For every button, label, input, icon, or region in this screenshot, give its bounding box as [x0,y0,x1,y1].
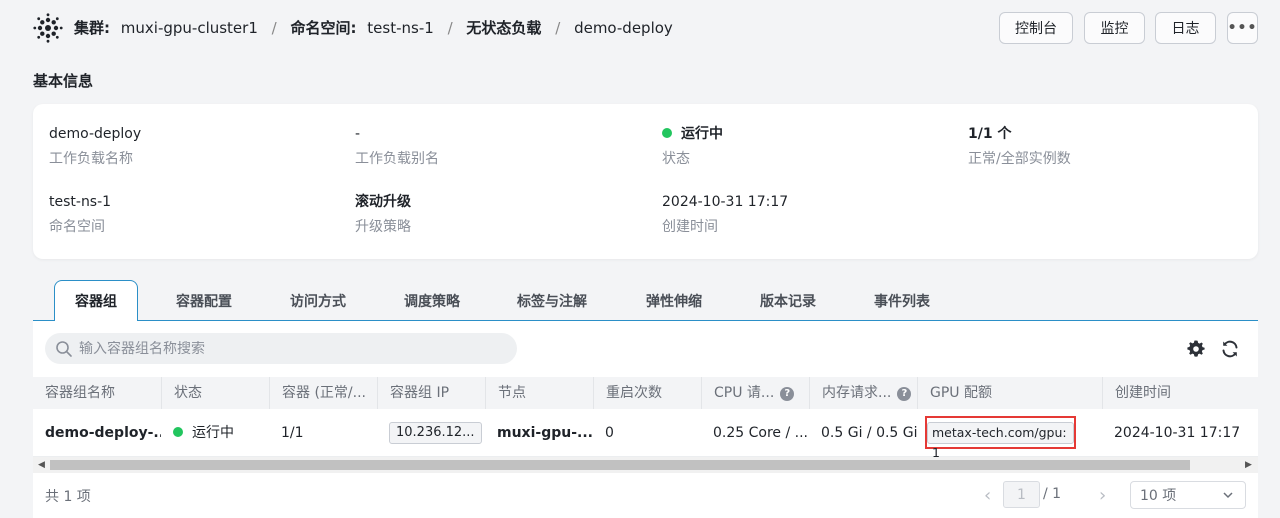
breadcrumb-workload-type[interactable]: 无状态负载 [466,19,541,37]
breadcrumb-workload-name: demo-deploy [574,19,673,37]
field-replicas: 1/1 个 正常/全部实例数 [968,124,1071,169]
settings-gear-icon[interactable] [1186,339,1206,359]
table-header: 容器组名称 状态 容器 (正常/... 容器组 IP 节点 重启次数 CPU 请… [33,377,1258,409]
column-header[interactable]: 状态 [161,377,269,409]
pod-status: 运行中 [192,425,234,441]
field-created-time: 2024-10-31 17:17 创建时间 [662,192,788,237]
field-label: 命名空间 [49,219,105,235]
cluster-logo-icon [33,13,63,43]
column-header-cpu[interactable]: CPU 请...? [701,377,809,409]
tab-events[interactable]: 事件列表 [854,280,950,321]
pods-panel: 容器组名称 状态 容器 (正常/... 容器组 IP 节点 重启次数 CPU 请… [33,321,1258,518]
pod-ip-tag: 10.236.12... [389,422,482,444]
page-total: / 1 [1043,486,1062,502]
search-icon [56,340,72,357]
field-label: 状态 [662,151,690,167]
column-header[interactable]: 容器组名称 [33,377,161,409]
pod-memory: 0.5 Gi / 0.5 Gi [821,425,917,441]
scrollbar-thumb[interactable] [50,460,1190,470]
help-icon[interactable]: ? [780,387,795,401]
column-header-label: CPU 请... [714,385,775,401]
page-size-value: 10 项 [1140,488,1177,504]
column-header[interactable]: 节点 [485,377,593,409]
field-value: test-ns-1 [49,194,112,210]
field-workload-alias: - 工作负载别名 [355,124,439,169]
field-value: 运行中 [681,126,723,142]
field-value: 2024-10-31 17:17 [662,194,789,210]
field-label: 创建时间 [662,219,718,235]
breadcrumb-separator: / [555,19,561,37]
field-label: 升级策略 [355,219,411,235]
refresh-icon[interactable] [1220,339,1240,359]
horizontal-scrollbar[interactable]: ◀ ▶ [33,457,1258,473]
column-header[interactable]: GPU 配额 [917,377,1102,409]
total-count: 共 1 项 [45,489,91,505]
tab-pods[interactable]: 容器组 [54,280,138,322]
table-row[interactable]: demo-deploy-... 运行中 1/1 10.236.12... mux… [33,409,1258,460]
status-running-dot-icon [662,128,672,138]
column-header[interactable]: 创建时间 [1102,377,1250,409]
prev-page-icon[interactable]: ‹ [984,485,991,506]
status-running-dot-icon [173,427,183,437]
pod-created: 2024-10-31 17:17 [1114,425,1241,441]
page-header: 集群: muxi-gpu-cluster1 / 命名空间: test-ns-1 … [0,0,1280,58]
breadcrumb-separator: / [271,19,277,37]
pod-status-cell: 运行中 [161,409,269,457]
breadcrumb-namespace-label: 命名空间: [290,19,357,37]
gpu-quota-highlight: metax-tech.com/gpu: 1 [925,416,1076,460]
tab-revisions[interactable]: 版本记录 [740,280,836,321]
column-header-memory[interactable]: 内存请求...? [809,377,917,409]
field-label: 工作负载名称 [49,151,133,167]
next-page-icon[interactable]: › [1099,485,1106,506]
tab-container-config[interactable]: 容器配置 [156,280,252,321]
console-button[interactable]: 控制台 [999,12,1073,44]
more-icon: ••• [1227,20,1258,36]
tab-scheduling[interactable]: 调度策略 [384,280,480,321]
search-box [45,333,517,364]
pod-cpu: 0.25 Core / ... [713,425,808,441]
field-value: 滚动升级 [355,194,411,210]
field-value: - [355,126,361,142]
field-status: 运行中 状态 [662,124,723,169]
field-namespace: test-ns-1 命名空间 [49,192,111,237]
field-upgrade-strategy: 滚动升级 升级策略 [355,192,411,237]
column-header-label: 内存请求... [822,385,892,401]
detail-tabs: 容器组 容器配置 访问方式 调度策略 标签与注解 弹性伸缩 版本记录 事件列表 [33,280,1258,322]
monitor-button[interactable]: 监控 [1084,12,1145,44]
pod-gpu-tag: metax-tech.com/gpu: 1 [927,421,1074,460]
chevron-down-icon [1223,492,1233,499]
pod-ip-cell: 10.236.12... [377,409,485,457]
breadcrumb: 集群: muxi-gpu-cluster1 / 命名空间: test-ns-1 … [74,17,673,39]
field-label: 工作负载别名 [355,151,439,167]
field-label: 正常/全部实例数 [968,151,1071,167]
pod-name-link[interactable]: demo-deploy-... [33,409,161,457]
column-header[interactable]: 重启次数 [593,377,701,409]
page-number-input[interactable] [1003,481,1040,508]
search-input[interactable] [79,340,499,357]
scroll-right-arrow-icon[interactable]: ▶ [1245,460,1252,470]
logs-button[interactable]: 日志 [1155,12,1216,44]
pod-restarts: 0 [605,425,614,441]
tab-access[interactable]: 访问方式 [270,280,366,321]
pod-node-link[interactable]: muxi-gpu-... [485,409,593,457]
field-value: 1/1 个 [968,126,1012,142]
breadcrumb-namespace[interactable]: test-ns-1 [367,19,434,37]
pod-containers: 1/1 [281,425,304,441]
tab-autoscaling[interactable]: 弹性伸缩 [626,280,722,321]
column-header[interactable]: 容器组 IP [377,377,485,409]
page-size-select[interactable]: 10 项 [1130,481,1246,509]
more-actions-button[interactable]: ••• [1227,12,1258,44]
breadcrumb-cluster[interactable]: muxi-gpu-cluster1 [121,19,258,37]
breadcrumb-separator: / [447,19,453,37]
tab-labels-annotations[interactable]: 标签与注解 [498,280,606,321]
help-icon[interactable]: ? [897,387,912,401]
field-workload-name: demo-deploy 工作负载名称 [49,124,141,169]
breadcrumb-cluster-label: 集群: [74,19,110,37]
section-title-basic-info: 基本信息 [33,72,94,90]
basic-info-card: demo-deploy 工作负载名称 - 工作负载别名 运行中 状态 1/1 个… [33,104,1258,259]
column-header[interactable]: 容器 (正常/... [269,377,377,409]
field-value: demo-deploy [49,126,142,142]
scroll-left-arrow-icon[interactable]: ◀ [38,460,45,470]
